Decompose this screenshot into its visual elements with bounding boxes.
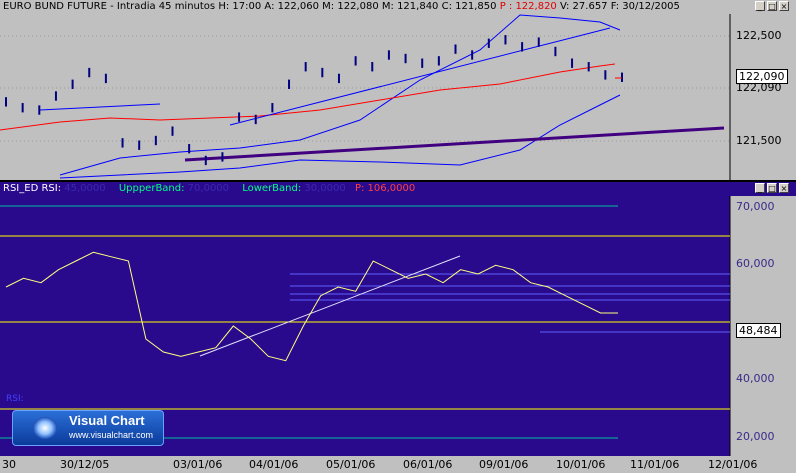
x-axis-date: 04/01/06 [249,458,299,471]
rsi-line [5,251,618,362]
rsi-y-tick: 40,000 [736,372,775,385]
logo-url: www.visualchart.com [69,430,154,440]
visual-chart-window: EURO BUND FUTURE - Intradia 45 minutos H… [0,0,796,473]
x-axis-date: 11/01/06 [630,458,680,471]
rsi-y-tick: 70,000 [736,200,775,213]
x-axis-date: 09/01/06 [479,458,529,471]
price-plot-area [0,14,730,179]
x-axis-date: 10/01/06 [556,458,606,471]
x-axis-date: 12/01/06 [708,458,758,471]
logo-name: Visual Chart [69,413,145,428]
rsi-y-tick: 60,000 [736,257,775,270]
rsi-sub-label: RSI: [6,394,24,404]
x-axis-date: 05/01/06 [326,458,376,471]
x-axis-date: 03/01/06 [173,458,223,471]
rsi-trend-line [199,255,461,357]
price-y-tick: 121,500 [736,134,782,147]
price-chart[interactable] [0,0,796,180]
visual-chart-logo: Visual Chart www.visualchart.com [12,410,164,446]
rsi-current-value-box: 48,484 [736,323,781,338]
price-pane[interactable]: EURO BUND FUTURE - Intradia 45 minutos H… [0,0,796,180]
price-y-tick: 122,500 [736,29,782,42]
rsi-y-tick: 20,000 [736,430,775,443]
logo-icon [33,417,57,439]
x-axis-date: 06/01/06 [403,458,453,471]
current-price-box: 122,090 [736,69,788,84]
x-axis-date: 30/12/05 [60,458,110,471]
x-axis-date: 30 [2,458,16,471]
